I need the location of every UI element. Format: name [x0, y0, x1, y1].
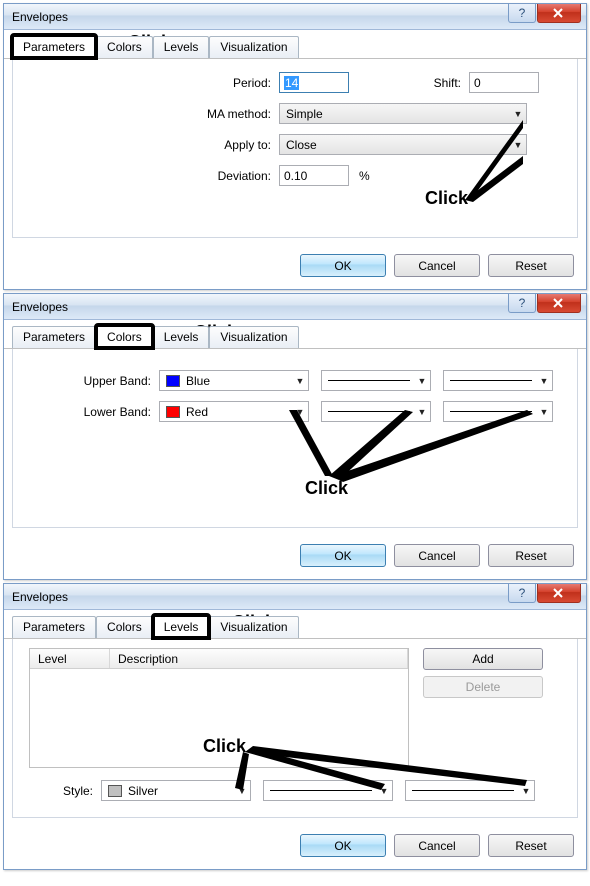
deviation-field[interactable] [279, 165, 349, 186]
ok-button[interactable]: OK [300, 834, 386, 857]
chevron-down-icon: ▼ [510, 109, 526, 119]
titlebar[interactable]: Envelopes ? [4, 584, 586, 610]
chevron-down-icon: ▼ [510, 140, 526, 150]
tab-content-levels: Level Description Add Delete Style: Silv… [12, 638, 578, 818]
upper-band-style-combo[interactable]: ▼ [321, 370, 431, 391]
dialog-button-row: OK Cancel Reset [4, 246, 586, 289]
dialog-button-row: OK Cancel Reset [4, 536, 586, 579]
levels-list-header: Level Description [30, 649, 408, 669]
lower-band-style-combo[interactable]: ▼ [321, 401, 431, 422]
apply-to-label: Apply to: [29, 138, 279, 152]
reset-button[interactable]: Reset [488, 254, 574, 277]
click-annotation: Click [305, 478, 348, 499]
tab-visualization[interactable]: Visualization [209, 326, 298, 348]
cancel-button[interactable]: Cancel [394, 834, 480, 857]
tab-colors[interactable]: Colors [96, 325, 153, 348]
envelopes-levels-dialog: Envelopes ? Click Click Parameters Color… [3, 583, 587, 870]
reset-button[interactable]: Reset [488, 834, 574, 857]
tab-row: Parameters Colors Levels Visualization [4, 610, 586, 639]
style-color-combo[interactable]: Silver ▼ [101, 780, 251, 801]
tab-levels[interactable]: Levels [153, 36, 210, 58]
deviation-unit: % [359, 169, 370, 183]
help-button[interactable]: ? [508, 4, 536, 23]
chevron-down-icon: ▼ [292, 376, 308, 386]
col-description[interactable]: Description [110, 649, 408, 668]
chevron-down-icon: ▼ [234, 786, 250, 796]
tab-visualization[interactable]: Visualization [209, 36, 298, 58]
close-button[interactable] [537, 294, 581, 313]
style-line-combo[interactable]: ▼ [263, 780, 393, 801]
tab-colors[interactable]: Colors [96, 616, 153, 638]
upper-band-label: Upper Band: [29, 374, 159, 388]
period-field[interactable]: 14 [279, 72, 349, 93]
dialog-button-row: OK Cancel Reset [4, 826, 586, 869]
dialog-title: Envelopes [12, 300, 68, 314]
envelopes-parameters-dialog: Envelopes ? Click Parameters Colors Leve… [3, 3, 587, 290]
color-swatch [166, 406, 180, 418]
chevron-down-icon: ▼ [518, 786, 534, 796]
upper-band-color-combo[interactable]: Blue ▼ [159, 370, 309, 391]
cancel-button[interactable]: Cancel [394, 544, 480, 567]
lower-band-label: Lower Band: [29, 405, 159, 419]
color-swatch [166, 375, 180, 387]
ma-method-label: MA method: [29, 107, 279, 121]
close-icon [553, 588, 565, 598]
close-button[interactable] [537, 4, 581, 23]
tab-parameters[interactable]: Parameters [12, 616, 96, 638]
chevron-down-icon: ▼ [414, 376, 430, 386]
apply-to-combo[interactable]: Close ▼ [279, 134, 527, 155]
cancel-button[interactable]: Cancel [394, 254, 480, 277]
tab-row: Parameters Colors Levels Visualization [4, 320, 586, 349]
add-button[interactable]: Add [423, 648, 543, 670]
close-icon [553, 8, 565, 18]
tab-colors[interactable]: Colors [96, 36, 153, 58]
delete-button: Delete [423, 676, 543, 698]
deviation-label: Deviation: [29, 169, 279, 183]
titlebar[interactable]: Envelopes ? [4, 4, 586, 30]
shift-label: Shift: [409, 76, 469, 90]
upper-band-width-combo[interactable]: ▼ [443, 370, 553, 391]
help-button[interactable]: ? [508, 584, 536, 603]
tab-row: Parameters Colors Levels Visualization [4, 30, 586, 59]
close-icon [553, 298, 565, 308]
envelopes-colors-dialog: Envelopes ? Click Parameters Colors Leve… [3, 293, 587, 580]
period-label: Period: [29, 76, 279, 90]
tab-visualization[interactable]: Visualization [209, 616, 298, 638]
dialog-title: Envelopes [12, 10, 68, 24]
help-button[interactable]: ? [508, 294, 536, 313]
lower-band-width-combo[interactable]: ▼ [443, 401, 553, 422]
close-button[interactable] [537, 584, 581, 603]
style-width-combo[interactable]: ▼ [405, 780, 535, 801]
chevron-down-icon: ▼ [292, 407, 308, 417]
chevron-down-icon: ▼ [414, 407, 430, 417]
levels-side-buttons: Add Delete [423, 648, 543, 768]
tab-levels[interactable]: Levels [153, 326, 210, 348]
tab-levels[interactable]: Levels [153, 615, 210, 638]
tab-content-colors: Upper Band: Blue ▼ ▼ ▼ Lower Band: Red ▼… [12, 348, 578, 528]
chevron-down-icon: ▼ [536, 376, 552, 386]
chevron-down-icon: ▼ [536, 407, 552, 417]
color-swatch [108, 785, 122, 797]
dialog-title: Envelopes [12, 590, 68, 604]
tab-parameters[interactable]: Parameters [12, 326, 96, 348]
tab-parameters[interactable]: Parameters [12, 35, 96, 58]
style-label: Style: [29, 784, 101, 798]
tab-content-parameters: Period: 14 Shift: MA method: Simple ▼ Ap… [12, 58, 578, 238]
ok-button[interactable]: OK [300, 254, 386, 277]
reset-button[interactable]: Reset [488, 544, 574, 567]
ok-button[interactable]: OK [300, 544, 386, 567]
lower-band-color-combo[interactable]: Red ▼ [159, 401, 309, 422]
titlebar[interactable]: Envelopes ? [4, 294, 586, 320]
ma-method-combo[interactable]: Simple ▼ [279, 103, 527, 124]
levels-listbox[interactable]: Level Description [29, 648, 409, 768]
chevron-down-icon: ▼ [376, 786, 392, 796]
col-level[interactable]: Level [30, 649, 110, 668]
shift-field[interactable] [469, 72, 539, 93]
click-annotation: Click [425, 188, 468, 209]
